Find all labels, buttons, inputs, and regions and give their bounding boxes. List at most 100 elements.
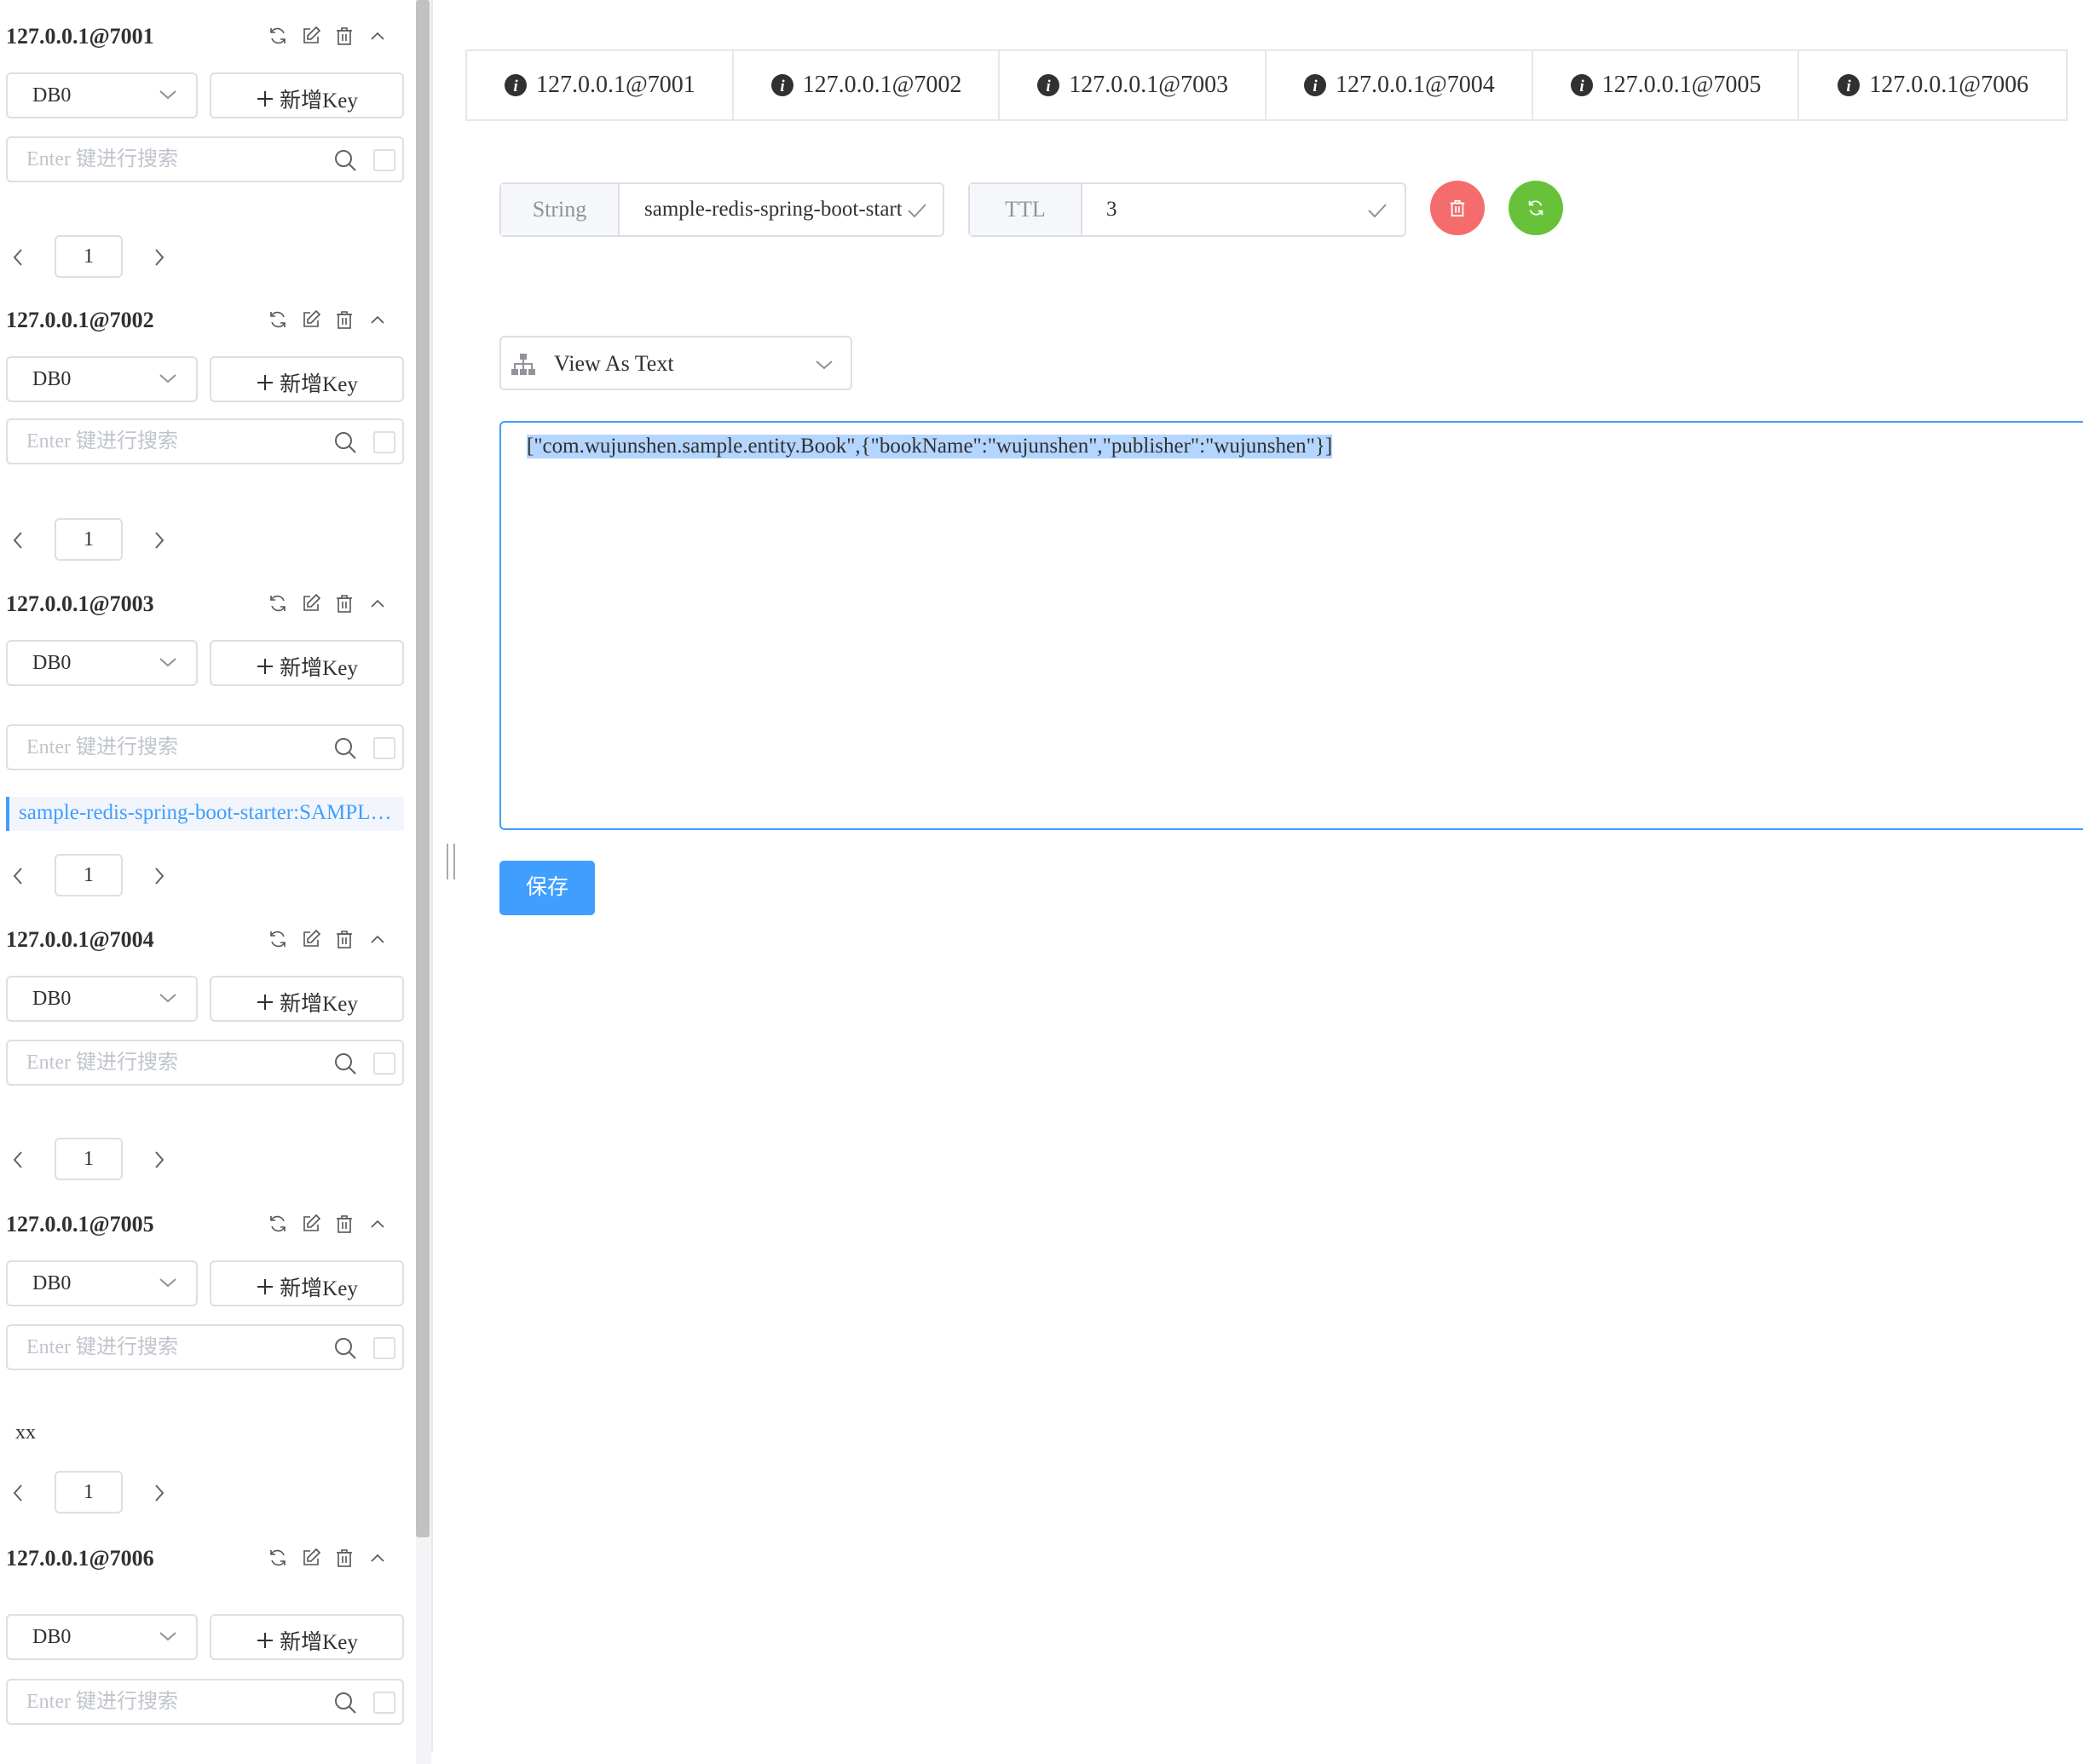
key-list-item[interactable]: xx xyxy=(15,1421,36,1444)
refresh-icon[interactable] xyxy=(268,1548,288,1568)
chevron-right-icon[interactable] xyxy=(152,1483,167,1503)
search-icon[interactable] xyxy=(333,1691,357,1715)
search-icon[interactable] xyxy=(333,1336,357,1360)
chevron-right-icon[interactable] xyxy=(152,247,167,268)
db-select[interactable]: DB0 xyxy=(6,640,198,686)
server-header[interactable]: 127.0.0.1@7004 xyxy=(0,920,416,958)
page-number[interactable]: 1 xyxy=(55,518,123,561)
sidebar-scrollbar-thumb[interactable] xyxy=(416,0,430,1537)
search-icon[interactable] xyxy=(333,736,357,760)
server-header[interactable]: 127.0.0.1@7002 xyxy=(0,301,416,338)
collapse-icon[interactable] xyxy=(367,309,388,330)
check-icon[interactable] xyxy=(1367,203,1388,218)
delete-icon[interactable] xyxy=(334,26,355,46)
key-search-input[interactable] xyxy=(26,734,308,761)
key-name-input[interactable]: sample-redis-spring-boot-starter:SAMPLE_… xyxy=(644,198,902,222)
value-text[interactable]: ["com.wujunshen.sample.entity.Book",{"bo… xyxy=(527,435,1333,458)
new-key-button[interactable]: 新增Key xyxy=(210,640,404,686)
plus-icon xyxy=(257,1279,274,1294)
db-select[interactable]: DB0 xyxy=(6,1614,198,1660)
edit-icon[interactable] xyxy=(301,309,321,330)
chevron-left-icon[interactable] xyxy=(10,1150,26,1170)
exact-search-checkbox[interactable] xyxy=(373,1692,395,1714)
key-search-input[interactable] xyxy=(26,146,308,173)
delete-icon[interactable] xyxy=(334,593,355,614)
tab-7005[interactable]: i 127.0.0.1@7005 xyxy=(1533,51,1800,119)
chevron-left-icon[interactable] xyxy=(10,1483,26,1503)
server-header[interactable]: 127.0.0.1@7001 xyxy=(0,17,416,55)
edit-icon[interactable] xyxy=(301,929,321,949)
key-pager: 1 xyxy=(0,854,416,900)
tab-7001[interactable]: i 127.0.0.1@7001 xyxy=(467,51,734,119)
server-header[interactable]: 127.0.0.1@7005 xyxy=(0,1205,416,1242)
edit-icon[interactable] xyxy=(301,1548,321,1568)
chevron-right-icon[interactable] xyxy=(152,866,167,886)
save-button[interactable]: 保存 xyxy=(499,861,595,915)
new-key-button[interactable]: 新增Key xyxy=(210,976,404,1022)
edit-icon[interactable] xyxy=(301,593,321,614)
exact-search-checkbox[interactable] xyxy=(373,149,395,171)
key-search-input[interactable] xyxy=(26,428,308,455)
refresh-icon[interactable] xyxy=(268,593,288,614)
server-header[interactable]: 127.0.0.1@7003 xyxy=(0,585,416,622)
delete-icon[interactable] xyxy=(334,1213,355,1234)
refresh-key-button[interactable] xyxy=(1509,181,1563,235)
collapse-icon[interactable] xyxy=(367,26,388,46)
collapse-icon[interactable] xyxy=(367,1548,388,1568)
search-icon[interactable] xyxy=(333,148,357,172)
key-search-input[interactable] xyxy=(26,1688,308,1715)
db-select-value: DB0 xyxy=(32,988,72,1010)
new-key-button[interactable]: 新增Key xyxy=(210,1614,404,1660)
key-list-item-selected[interactable]: sample-redis-spring-boot-starter:SAMPLE_… xyxy=(6,797,404,831)
exact-search-checkbox[interactable] xyxy=(373,1337,395,1359)
chevron-right-icon[interactable] xyxy=(152,530,167,551)
value-editor[interactable]: ["com.wujunshen.sample.entity.Book",{"bo… xyxy=(499,421,2083,830)
edit-icon[interactable] xyxy=(301,26,321,46)
page-number[interactable]: 1 xyxy=(55,854,123,896)
delete-icon[interactable] xyxy=(334,1548,355,1568)
refresh-icon[interactable] xyxy=(268,309,288,330)
key-search-box xyxy=(6,724,404,770)
refresh-icon[interactable] xyxy=(268,26,288,46)
exact-search-checkbox[interactable] xyxy=(373,1052,395,1075)
server-header[interactable]: 127.0.0.1@7006 xyxy=(0,1539,416,1577)
tab-7003[interactable]: i 127.0.0.1@7003 xyxy=(1000,51,1267,119)
tab-7004[interactable]: i 127.0.0.1@7004 xyxy=(1267,51,1533,119)
ttl-input[interactable]: 3 xyxy=(1106,198,1345,222)
db-select[interactable]: DB0 xyxy=(6,356,198,402)
db-select[interactable]: DB0 xyxy=(6,72,198,118)
check-icon[interactable] xyxy=(907,203,927,218)
key-search-input[interactable] xyxy=(26,1334,308,1361)
search-icon[interactable] xyxy=(333,1052,357,1075)
tab-7002[interactable]: i 127.0.0.1@7002 xyxy=(734,51,1001,119)
exact-search-checkbox[interactable] xyxy=(373,737,395,759)
db-select[interactable]: DB0 xyxy=(6,1260,198,1306)
new-key-button[interactable]: 新增Key xyxy=(210,72,404,118)
delete-icon[interactable] xyxy=(334,929,355,949)
db-select[interactable]: DB0 xyxy=(6,976,198,1022)
chevron-down-icon xyxy=(159,1278,176,1288)
collapse-icon[interactable] xyxy=(367,929,388,949)
page-number[interactable]: 1 xyxy=(55,1471,123,1513)
delete-key-button[interactable] xyxy=(1430,181,1485,235)
chevron-right-icon[interactable] xyxy=(152,1150,167,1170)
key-search-input[interactable] xyxy=(26,1049,308,1076)
new-key-button[interactable]: 新增Key xyxy=(210,356,404,402)
chevron-left-icon[interactable] xyxy=(10,247,26,268)
tab-7006[interactable]: i 127.0.0.1@7006 xyxy=(1799,51,2066,119)
page-number[interactable]: 1 xyxy=(55,1138,123,1180)
new-key-button[interactable]: 新增Key xyxy=(210,1260,404,1306)
chevron-left-icon[interactable] xyxy=(10,866,26,886)
exact-search-checkbox[interactable] xyxy=(373,431,395,453)
view-mode-select[interactable]: View As Text xyxy=(499,336,852,390)
edit-icon[interactable] xyxy=(301,1213,321,1234)
collapse-icon[interactable] xyxy=(367,593,388,614)
chevron-left-icon[interactable] xyxy=(10,530,26,551)
delete-icon[interactable] xyxy=(334,309,355,330)
search-icon[interactable] xyxy=(333,430,357,454)
refresh-icon[interactable] xyxy=(268,1213,288,1234)
collapse-icon[interactable] xyxy=(367,1213,388,1234)
page-number[interactable]: 1 xyxy=(55,235,123,278)
resize-handle[interactable] xyxy=(447,844,455,879)
refresh-icon[interactable] xyxy=(268,929,288,949)
